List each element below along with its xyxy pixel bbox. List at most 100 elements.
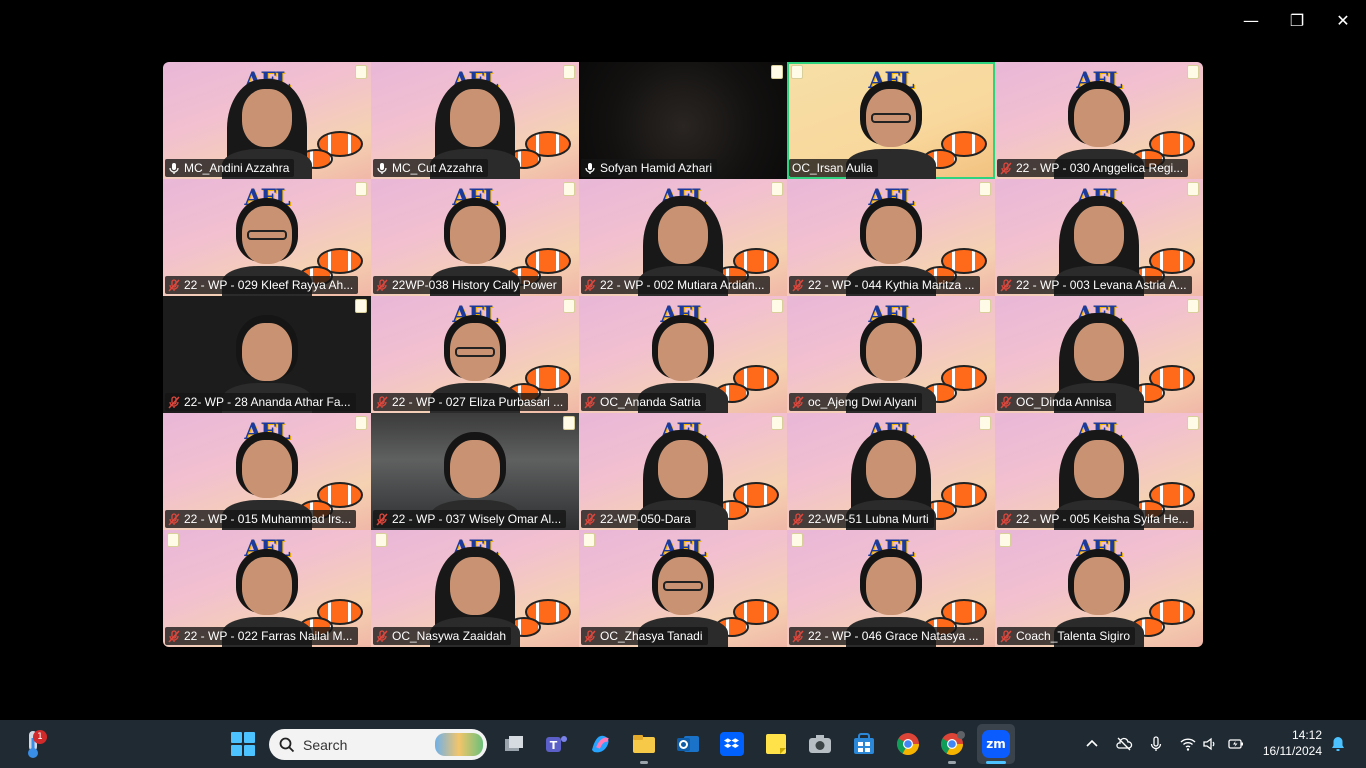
minimize-button[interactable]: — [1228,0,1274,40]
folder-icon[interactable] [630,730,658,758]
participant-name: 22 - WP - 015 Muhammad Irs... [184,512,352,526]
zoom-icon[interactable]: zm [982,730,1010,758]
participant-name: MC_Cut Azzahra [392,161,483,175]
battery-charging-icon[interactable] [1227,735,1245,753]
participant-tile[interactable]: 22- WP - 28 Ananda Athar Fa... [163,296,371,413]
participant-tile[interactable]: AFLOC_Ananda Satria [579,296,787,413]
participant-tile[interactable]: AFL22 - WP - 029 Kleef Rayya Ah... [163,179,371,296]
mic-muted-icon [1000,161,1012,175]
participant-tile[interactable]: Sofyan Hamid Azhari [579,62,787,179]
volume-icon[interactable] [1201,735,1219,753]
participant-name: OC_Dinda Annisa [1016,395,1112,409]
participant-tile[interactable]: AFLoc_Ajeng Dwi Alyani [787,296,995,413]
hand-reaction-icon [979,416,991,430]
participant-name-tag: 22 - WP - 030 Anggelica Regi... [997,159,1189,177]
mic-muted-icon [584,278,596,292]
participant-name-tag: MC_Cut Azzahra [373,159,488,177]
mic-muted-icon [1000,395,1012,409]
search-label: Search [303,736,348,753]
participant-name-tag: 22 - WP - 046 Grace Natasya ... [789,627,984,645]
cloud-off-icon[interactable] [1115,735,1133,753]
chrome-running-indicator [948,761,956,764]
mic-on-icon [584,162,596,175]
clock-time: 14:12 [1291,728,1322,742]
participant-name-tag: OC_Ananda Satria [581,393,706,411]
participant-name-tag: Coach_Talenta Sigiro [997,627,1136,645]
participant-name: MC_Andini Azzahra [184,161,290,175]
close-button[interactable]: ✕ [1320,0,1366,40]
system-clock[interactable]: 14:12 16/11/2024 [1263,727,1322,759]
mic-muted-icon [792,512,804,526]
store-icon[interactable] [850,730,878,758]
participant-tile[interactable]: AFL22 - WP - 005 Keisha Syifa He... [995,413,1203,530]
task-view-icon[interactable] [499,730,527,758]
participant-name: 22 - WP - 027 Eliza Purbasari ... [392,395,564,409]
search-box[interactable]: Search [269,729,487,760]
dropbox-icon[interactable] [718,730,746,758]
microphone-icon[interactable] [1147,735,1165,753]
hand-reaction-icon [583,533,595,547]
participant-name-tag: 22 - WP - 002 Mutiara Ardian... [581,276,770,294]
mic-muted-icon [1000,629,1012,643]
mic-muted-icon [792,629,804,643]
hand-reaction-icon [771,416,783,430]
restore-button[interactable]: ❐ [1274,0,1320,40]
participant-tile[interactable]: AFL22 - WP - 030 Anggelica Regi... [995,62,1203,179]
participant-tile[interactable]: AFLOC_Dinda Annisa [995,296,1203,413]
participant-tile[interactable]: AFL22-WP-51 Lubna Murti [787,413,995,530]
notification-bell-icon[interactable] [1329,735,1347,753]
participant-tile[interactable]: AFLOC_Irsan Aulia [787,62,995,179]
participant-tile[interactable]: AFL22-WP-050-Dara [579,413,787,530]
outlook-icon[interactable] [674,730,702,758]
mic-muted-icon [792,395,804,409]
participant-tile[interactable]: AFL22 - WP - 044 Kythia Maritza ... [787,179,995,296]
participant-tile[interactable]: AFL22 - WP - 002 Mutiara Ardian... [579,179,787,296]
participant-name: 22 - WP - 005 Keisha Syifa He... [1016,512,1189,526]
chevron-up-icon[interactable] [1083,735,1101,753]
mic-muted-icon [1000,512,1012,526]
participant-gallery: AFLMC_Andini AzzahraAFLMC_Cut Azzahra Sof… [163,62,1203,647]
folder-running-indicator [640,761,648,764]
mic-muted-icon [168,278,180,292]
mic-muted-icon [584,629,596,643]
clock-date: 16/11/2024 [1262,744,1322,758]
hand-reaction-icon [563,416,575,430]
chrome-icon[interactable] [894,730,922,758]
participant-tile[interactable]: 22 - WP - 037 Wisely Omar Al... [371,413,579,530]
participant-name: OC_Ananda Satria [600,395,701,409]
participant-tile[interactable]: AFL22 - WP - 015 Muhammad Irs... [163,413,371,530]
participant-tile[interactable]: AFL22 - WP - 003 Levana Astria A... [995,179,1203,296]
camera-icon[interactable] [806,730,834,758]
participant-name-tag: OC_Nasywa Zaaidah [373,627,512,645]
wifi-icon[interactable] [1179,735,1197,753]
participant-name: Coach_Talenta Sigiro [1016,629,1131,643]
participant-name-tag: OC_Dinda Annisa [997,393,1117,411]
notification-badge: 1 [33,730,47,744]
zoom-gallery-window: — ❐ ✕ AFLMC_Andini AzzahraAFLMC_Cut Azza… [0,0,1366,720]
participant-tile[interactable]: AFLMC_Cut Azzahra [371,62,579,179]
participant-tile[interactable]: AFL22 - WP - 022 Farras Nailal M... [163,530,371,647]
chrome-profile-icon[interactable] [938,730,966,758]
copilot-icon[interactable] [586,730,614,758]
hand-reaction-icon [1187,416,1199,430]
participant-tile[interactable]: AFL22 - WP - 046 Grace Natasya ... [787,530,995,647]
participant-tile[interactable]: AFLOC_Zhasya Tanadi [579,530,787,647]
participant-tile[interactable]: AFLCoach_Talenta Sigiro [995,530,1203,647]
participant-name-tag: 22 - WP - 029 Kleef Rayya Ah... [165,276,359,294]
participant-name-tag: 22WP-038 History Cally Power [373,276,562,294]
participant-name-tag: 22 - WP - 027 Eliza Purbasari ... [373,393,569,411]
participant-tile[interactable]: AFL22 - WP - 027 Eliza Purbasari ... [371,296,579,413]
hand-reaction-icon [791,533,803,547]
teams-icon[interactable]: T [542,730,570,758]
participant-name: 22 - WP - 030 Anggelica Regi... [1016,161,1184,175]
hand-reaction-icon [375,533,387,547]
sticky-notes-icon[interactable] [762,730,790,758]
participant-tile[interactable]: AFL22WP-038 History Cally Power [371,179,579,296]
participant-tile[interactable]: AFLMC_Andini Azzahra [163,62,371,179]
participant-name-tag: MC_Andini Azzahra [165,159,295,177]
windows-start-icon[interactable] [231,732,255,756]
participant-tile[interactable]: AFLOC_Nasywa Zaaidah [371,530,579,647]
svg-text:T: T [550,739,558,752]
hand-reaction-icon [563,65,575,79]
hand-reaction-icon [1187,65,1199,79]
